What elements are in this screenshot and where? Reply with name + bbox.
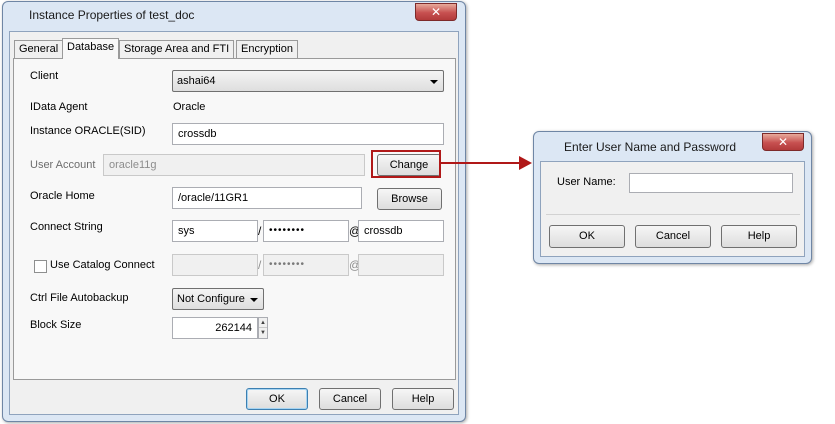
connect-user-field[interactable]: sys bbox=[172, 220, 258, 242]
close-icon: ✕ bbox=[777, 135, 789, 149]
client-label: Client bbox=[30, 70, 59, 82]
user-account-label: User Account bbox=[30, 159, 96, 171]
change-button-highlight bbox=[371, 150, 441, 178]
chevron-down-icon bbox=[430, 80, 438, 84]
block-size-field[interactable]: 262144 bbox=[172, 317, 258, 339]
connect-password-field[interactable]: •••••••• bbox=[263, 220, 349, 242]
user-name-field[interactable] bbox=[629, 173, 793, 193]
oracle-home-label: Oracle Home bbox=[30, 190, 95, 202]
tab-label: Database bbox=[67, 41, 115, 53]
ok-button[interactable]: OK bbox=[246, 388, 308, 410]
slash-separator: / bbox=[258, 258, 262, 272]
help-button[interactable]: Help bbox=[392, 388, 454, 410]
title-bar[interactable]: Instance Properties of test_doc ✕ bbox=[3, 2, 465, 30]
separator bbox=[546, 214, 800, 215]
use-catalog-label: Use Catalog Connect bbox=[50, 259, 155, 271]
catalog-password-field: •••••••• bbox=[263, 254, 349, 276]
enter-credentials-dialog: Enter User Name and Password ✕ User Name… bbox=[533, 131, 812, 264]
tab-label: Encryption bbox=[241, 43, 293, 55]
spin-down-icon[interactable]: ▼ bbox=[259, 328, 267, 338]
connect-string-label: Connect String bbox=[30, 221, 103, 233]
cancel-button[interactable]: Cancel bbox=[319, 388, 381, 410]
chevron-down-icon bbox=[250, 298, 258, 302]
close-button[interactable]: ✕ bbox=[415, 3, 457, 21]
instance-label: Instance ORACLE(SID) bbox=[30, 125, 146, 137]
arrow-right-icon bbox=[441, 162, 521, 164]
ok-button[interactable]: OK bbox=[549, 225, 625, 248]
dialog-title: Instance Properties of test_doc bbox=[29, 8, 195, 22]
block-size-stepper[interactable]: ▲ ▼ bbox=[258, 317, 268, 339]
ctrl-file-value: Not Configure bbox=[177, 293, 245, 305]
ctrl-file-select[interactable]: Not Configure bbox=[172, 288, 264, 310]
ctrl-file-label: Ctrl File Autobackup bbox=[30, 292, 129, 304]
help-button[interactable]: Help bbox=[721, 225, 797, 248]
cancel-button[interactable]: Cancel bbox=[635, 225, 711, 248]
oracle-home-field[interactable]: /oracle/11GR1 bbox=[172, 187, 362, 209]
user-name-label: User Name: bbox=[557, 176, 616, 188]
spin-up-icon[interactable]: ▲ bbox=[259, 318, 267, 328]
dialog-title: Enter User Name and Password bbox=[564, 140, 737, 154]
instance-field[interactable]: crossdb bbox=[172, 123, 444, 145]
block-size-label: Block Size bbox=[30, 319, 82, 331]
tab-database[interactable]: Database bbox=[62, 38, 120, 59]
idata-agent-label: IData Agent bbox=[30, 101, 88, 113]
close-icon: ✕ bbox=[430, 5, 442, 19]
title-bar[interactable]: Enter User Name and Password ✕ bbox=[534, 132, 811, 160]
connect-db-field[interactable]: crossdb bbox=[358, 220, 444, 242]
client-value: ashai64 bbox=[177, 75, 216, 87]
browse-button[interactable]: Browse bbox=[377, 188, 442, 210]
close-button[interactable]: ✕ bbox=[762, 133, 804, 151]
tab-label: Storage Area and FTI bbox=[124, 43, 230, 55]
arrow-head-icon bbox=[519, 156, 532, 170]
slash-separator: / bbox=[258, 224, 262, 238]
catalog-db-field bbox=[358, 254, 444, 276]
tab-label: General bbox=[19, 43, 59, 55]
tab-general[interactable]: General bbox=[14, 40, 64, 58]
tab-encryption[interactable]: Encryption bbox=[236, 40, 298, 58]
user-account-field: oracle11g bbox=[103, 154, 365, 176]
use-catalog-checkbox[interactable] bbox=[34, 260, 47, 273]
client-select[interactable]: ashai64 bbox=[172, 70, 444, 92]
idata-agent-value: Oracle bbox=[173, 101, 206, 113]
tab-storage-area-and-fti[interactable]: Storage Area and FTI bbox=[119, 40, 235, 58]
instance-properties-dialog: Instance Properties of test_doc ✕ Genera… bbox=[2, 1, 466, 422]
catalog-user-field bbox=[172, 254, 258, 276]
